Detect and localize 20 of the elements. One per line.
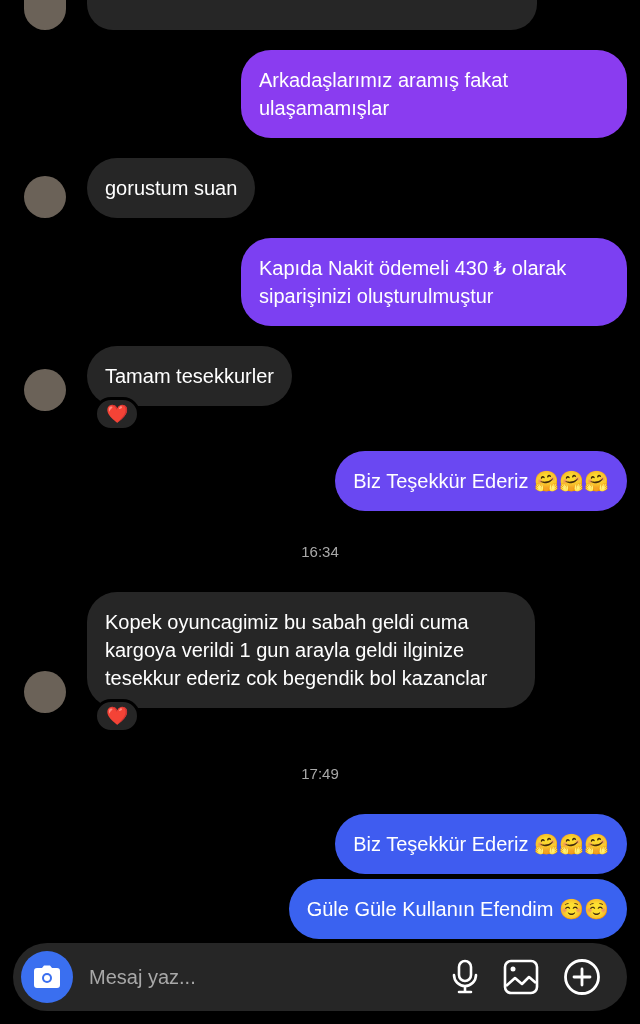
timestamp: 17:49 <box>301 765 339 782</box>
sent-message: Biz Teşekkür Ederiz 🤗🤗🤗 <box>335 814 627 874</box>
add-icon[interactable] <box>563 958 601 996</box>
timestamp: 16:34 <box>301 543 339 560</box>
microphone-icon[interactable] <box>451 959 479 995</box>
sent-message: Biz Teşekkür Ederiz 🤗🤗🤗 <box>335 451 627 511</box>
sent-message: Arkadaşlarımız aramış fakat ulaşamamışlar <box>241 50 627 138</box>
avatar <box>24 0 66 30</box>
sent-message: Kapıda Nakit ödemeli 430 ₺ olarak siparişinizi oluşturulmuştur <box>241 238 627 326</box>
camera-button[interactable] <box>21 951 73 1003</box>
received-message: gorustum suan <box>87 158 256 218</box>
avatar <box>24 176 66 218</box>
image-icon[interactable] <box>503 959 539 995</box>
sent-message: Güle Güle Kullanın Efendim ☺☺ <box>288 879 627 939</box>
avatar <box>24 369 66 411</box>
reaction-badge[interactable]: ❤ <box>94 699 140 733</box>
avatar <box>24 671 66 713</box>
camera-icon <box>33 965 61 989</box>
reaction-badge[interactable]: ❤ <box>94 397 140 431</box>
message-input[interactable]: Mesaj yaz... <box>87 964 451 990</box>
